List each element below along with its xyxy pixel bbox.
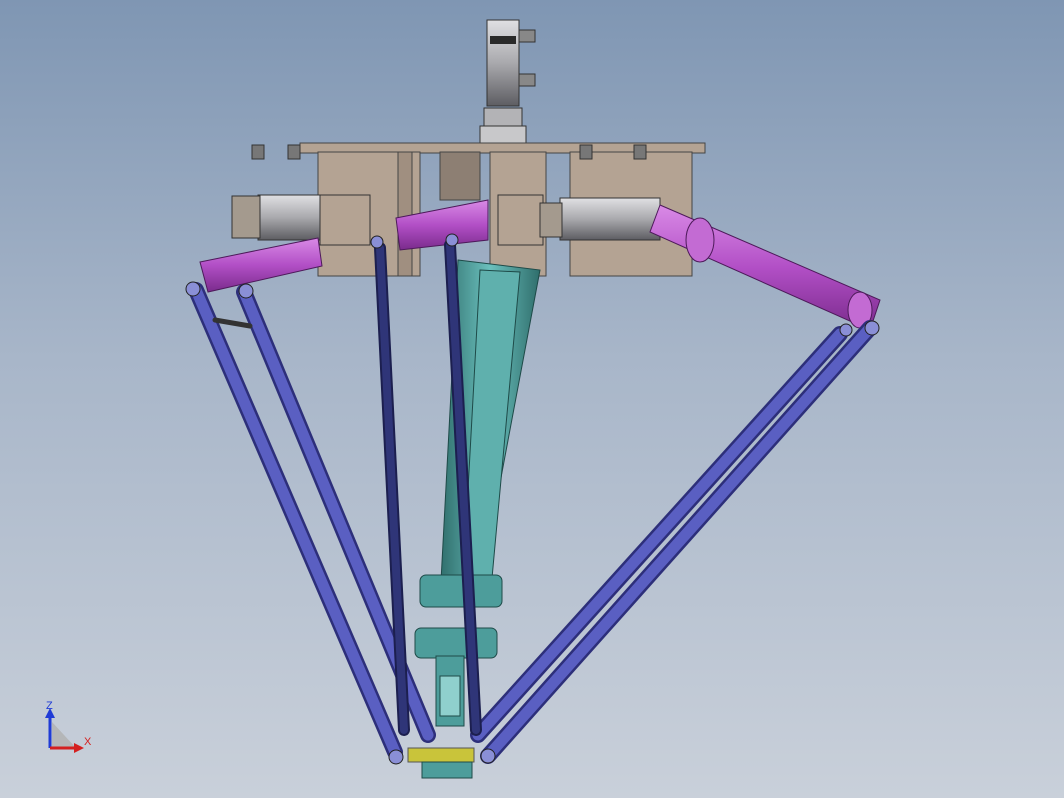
lower-links[interactable] xyxy=(188,239,878,764)
end-effector[interactable] xyxy=(407,747,475,779)
top-motor[interactable] xyxy=(479,19,536,145)
x-axis-label: X xyxy=(84,736,92,748)
coordinate-triad: Z X xyxy=(45,700,92,753)
right-servo-motor[interactable] xyxy=(497,194,661,246)
graphics-viewport[interactable]: Z X xyxy=(0,0,1064,798)
z-axis-label: Z xyxy=(46,700,53,712)
left-servo-motor[interactable] xyxy=(231,194,371,246)
delta-robot-model[interactable]: Z X xyxy=(0,0,1064,798)
